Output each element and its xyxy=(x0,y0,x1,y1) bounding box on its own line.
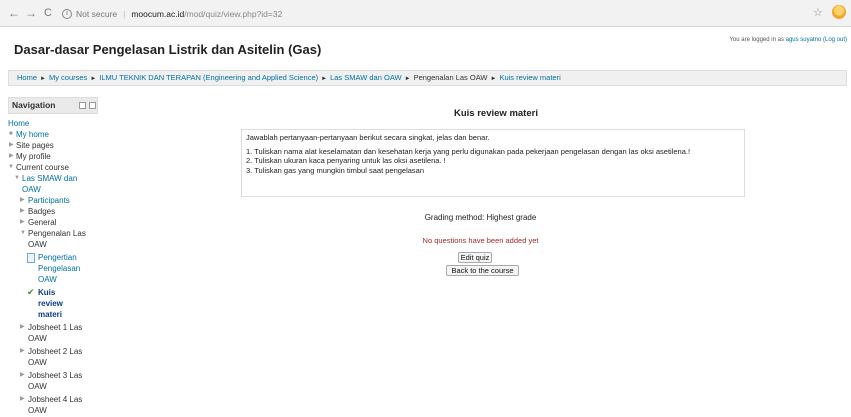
nav-item-jobsheet-2[interactable]: ▶ Jobsheet 2 Las OAW xyxy=(8,346,84,368)
nav-my-profile-label: My profile xyxy=(16,152,51,161)
breadcrumb-arrow-icon: ► xyxy=(490,76,497,82)
browser-toolbar: ← → C i Not secure | moocum.ac.id /mod/q… xyxy=(0,0,851,27)
nav-item-site-pages[interactable]: ▶ Site pages xyxy=(8,140,96,151)
page-icon xyxy=(27,253,35,263)
url-path: /mod/quiz/view.php?id=32 xyxy=(184,8,283,19)
bookmark-star-icon[interactable]: ☆ xyxy=(813,6,823,19)
page-title: Dasar-dasar Pengelasan Listrik dan Asite… xyxy=(14,42,322,57)
question-line: 3. Tuliskan gas yang mungkin timbul saat… xyxy=(246,165,425,175)
question-line: 2. Tuliskan ukuran kaca penyaring untuk … xyxy=(246,156,446,166)
nav-item-quiz[interactable]: ✔ Kuis review materi xyxy=(8,287,78,320)
nav-jobsheet-4-label: Jobsheet 4 Las OAW xyxy=(28,395,83,415)
grading-method: Grading method: Highest grade xyxy=(424,213,537,222)
quiz-intro-box: Jawablah pertanyaan-pertanyaan berikut s… xyxy=(241,129,745,197)
nav-jobsheet-3-label: Jobsheet 3 Las OAW xyxy=(28,371,83,391)
quiz-icon: ✔ xyxy=(27,287,35,297)
collapse-arrow-icon: ▼ xyxy=(8,164,14,170)
nav-badges-label: Badges xyxy=(28,207,56,216)
expand-icon: ▶ xyxy=(20,197,25,203)
nav-page-link[interactable]: Pengertian Pengelasan OAW xyxy=(38,253,80,284)
nav-item-participants[interactable]: ▶ Participants xyxy=(8,195,96,206)
user-link[interactable]: agus suyatno xyxy=(786,37,822,43)
breadcrumb-arrow-icon: ► xyxy=(404,76,411,82)
breadcrumb-category[interactable]: ILMU TEKNIK DAN TERAPAN (Engineering and… xyxy=(99,73,318,82)
collapse-arrow-icon: ▼ xyxy=(20,230,26,236)
address-separator: | xyxy=(123,8,126,19)
expand-icon: ▶ xyxy=(20,396,25,402)
profile-avatar-icon[interactable] xyxy=(832,5,846,19)
nav-item-badges[interactable]: ▶ Badges xyxy=(8,206,96,217)
collapse-arrow-icon: ▼ xyxy=(14,175,20,181)
forward-arrow-icon[interactable]: → xyxy=(25,6,37,20)
nav-jobsheet-2-label: Jobsheet 2 Las OAW xyxy=(28,347,83,367)
nav-item-course[interactable]: ▼ Las SMAW dan OAW xyxy=(8,173,96,195)
expand-icon: ▶ xyxy=(9,142,14,148)
expand-icon: ▶ xyxy=(9,153,14,159)
breadcrumb-arrow-icon: ► xyxy=(321,76,328,82)
breadcrumb-my-courses[interactable]: My courses xyxy=(49,73,87,82)
quiz-intro-text: Jawablah pertanyaan-pertanyaan berikut s… xyxy=(246,133,490,142)
url-host: moocum.ac.id xyxy=(131,8,185,19)
back-arrow-icon[interactable]: ← xyxy=(8,6,20,20)
expand-icon: ▶ xyxy=(20,324,25,330)
breadcrumb-course[interactable]: Las SMAW dan OAW xyxy=(330,73,402,82)
nav-item-jobsheet-1[interactable]: ▶ Jobsheet 1 Las OAW xyxy=(8,322,84,344)
nav-item-jobsheet-4[interactable]: ▶ Jobsheet 4 Las OAW xyxy=(8,394,84,416)
login-prefix: You are logged in as xyxy=(729,37,786,43)
nav-item-current-course[interactable]: ▼ Current course xyxy=(8,162,96,173)
expand-icon: ▶ xyxy=(20,219,25,225)
quiz-title: Kuis review materi xyxy=(454,108,538,119)
info-icon[interactable]: i xyxy=(62,8,72,19)
navigation-header: Navigation xyxy=(8,97,98,114)
navigation-tree: Home ■ My home ▶ Site pages ▶ My profile ▼ C… xyxy=(8,114,98,416)
address-bar[interactable]: i Not secure | moocum.ac.id /mod/quiz/vi… xyxy=(62,4,814,23)
nav-item-my-home[interactable]: ■ My home xyxy=(8,129,96,140)
nav-home-link[interactable]: Home xyxy=(8,119,29,128)
collapse-icon[interactable] xyxy=(89,102,96,109)
nav-general-label: General xyxy=(28,218,57,227)
nav-item-jobsheet-3[interactable]: ▶ Jobsheet 3 Las OAW xyxy=(8,370,84,392)
question-line: 1. Tuliskan nama alat keselamatan dan ke… xyxy=(246,147,691,157)
nav-item-section[interactable]: ▼ Pengenalan Las OAW xyxy=(8,228,88,250)
nav-item-home[interactable]: Home xyxy=(8,118,96,129)
breadcrumb-current[interactable]: Kuis review materi xyxy=(499,73,560,82)
login-info: You are logged in as agus suyatno (Log o… xyxy=(729,37,847,43)
nav-item-general[interactable]: ▶ General xyxy=(8,217,96,228)
nav-item-page[interactable]: Pengertian Pengelasan OAW xyxy=(8,252,82,285)
nav-my-home-link[interactable]: My home xyxy=(16,130,49,139)
edit-quiz-button[interactable]: Edit quiz xyxy=(458,252,492,263)
breadcrumb-home[interactable]: Home xyxy=(17,73,37,82)
nav-course-link[interactable]: Las SMAW dan OAW xyxy=(22,174,77,194)
breadcrumb-section: Pengenalan Las OAW xyxy=(413,73,488,82)
no-questions-notice: No questions have been added yet xyxy=(422,236,539,245)
nav-quiz-link[interactable]: Kuis review materi xyxy=(38,288,63,319)
breadcrumb: Home ► My courses ► ILMU TEKNIK DAN TERAPAN … xyxy=(8,70,847,86)
nav-jobsheet-1-label: Jobsheet 1 Las OAW xyxy=(28,323,83,343)
nav-item-my-profile[interactable]: ▶ My profile xyxy=(8,151,96,162)
nav-site-pages-label: Site pages xyxy=(16,141,54,150)
back-to-course-button[interactable]: Back to the course xyxy=(446,265,519,276)
expand-icon: ▶ xyxy=(20,348,25,354)
expand-icon: ▶ xyxy=(20,372,25,378)
nav-participants-link[interactable]: Participants xyxy=(28,196,70,205)
logout-link[interactable]: (Log out) xyxy=(823,37,847,43)
nav-current-course-label: Current course xyxy=(16,163,69,172)
bullet-icon: ■ xyxy=(9,131,13,137)
nav-section-label: Pengenalan Las OAW xyxy=(28,229,86,249)
security-label: Not secure xyxy=(76,8,118,19)
reload-icon[interactable]: C xyxy=(44,6,52,20)
navigation-block: Navigation Home ■ My home ▶ Site pages ▶ My… xyxy=(8,97,98,417)
navigation-title: Navigation xyxy=(12,100,56,110)
dock-icon[interactable] xyxy=(79,102,86,109)
breadcrumb-arrow-icon: ► xyxy=(40,76,46,82)
breadcrumb-arrow-icon: ► xyxy=(90,76,97,82)
expand-icon: ▶ xyxy=(20,208,25,214)
